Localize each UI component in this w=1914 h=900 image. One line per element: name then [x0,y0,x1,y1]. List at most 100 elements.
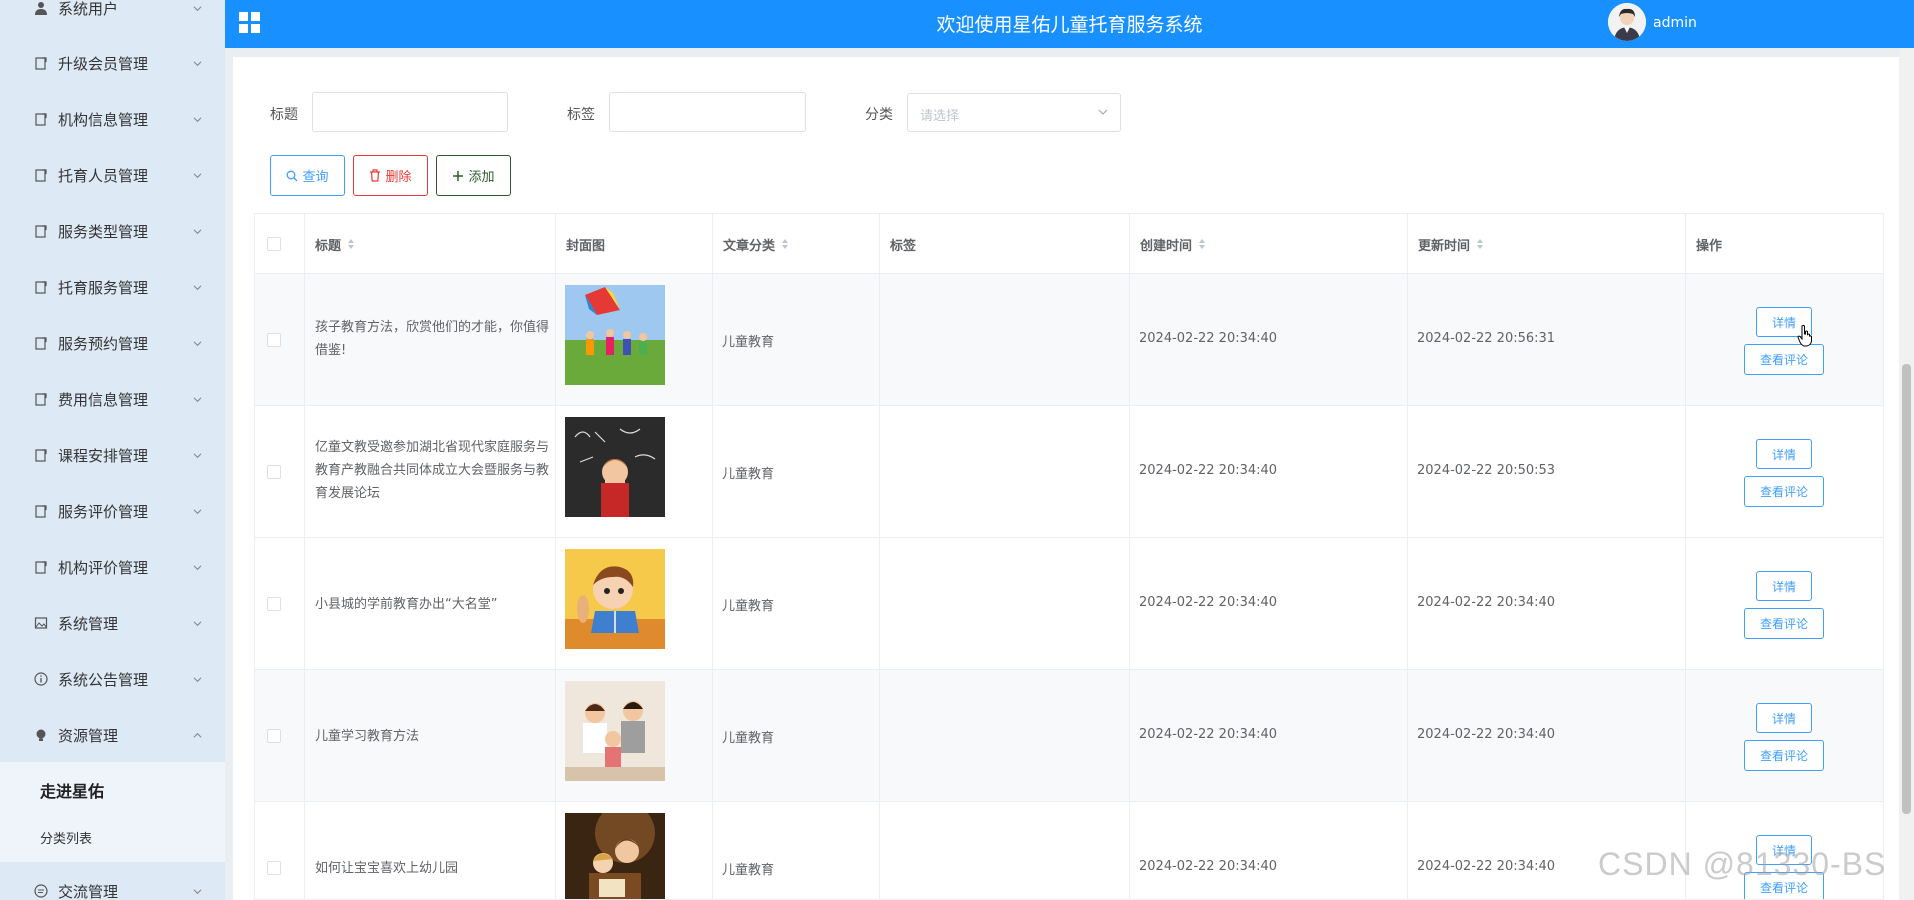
sidebar-item-member[interactable]: 升级会员管理 [0,43,225,83]
sort-icon[interactable] [1198,238,1206,250]
chevron-down-icon [193,508,202,514]
sidebar-item-exchange[interactable]: 交流管理 [0,871,225,900]
title-filter-input[interactable] [312,92,508,132]
doc-icon [34,336,48,350]
doc-icon [34,168,48,182]
cell-category: 儿童教育 [722,599,775,614]
cell-title: 亿童文教受邀参加湖北省现代家庭服务与教育产教融合共同体成立大会暨服务与教育发展论… [315,440,550,501]
cover-image [565,285,665,385]
sort-icon[interactable] [347,238,355,250]
table-row: 小县城的学前教育办出“大名堂” 儿童教育 2024-02-22 20:34:40… [255,538,1883,670]
view-comments-button[interactable]: 查看评论 [1744,740,1824,771]
row-checkbox[interactable] [267,333,281,347]
chevron-down-icon [193,396,202,402]
sidebar-item-system[interactable]: 系统管理 [0,603,225,643]
resources-submenu: 走进星佑 分类列表 [0,762,225,862]
chat-icon [34,884,48,898]
chevron-down-icon [193,228,202,234]
cell-updated: 2024-02-22 20:34:40 [1417,727,1556,742]
user-icon [34,1,48,15]
delete-button[interactable]: 删除 [353,155,428,196]
column-divider [879,214,880,899]
column-header-created[interactable]: 创建时间 [1130,214,1407,274]
articles-table: 标题 封面图 文章分类 标签 创建时间 更新时间 操作 孩子教育方法，欣赏他们的… [254,213,1884,900]
sidebar-item-org-review[interactable]: 机构评价管理 [0,547,225,587]
view-comments-button[interactable]: 查看评论 [1744,608,1824,639]
chevron-down-icon [193,676,202,682]
sidebar-item-courses[interactable]: 课程安排管理 [0,435,225,475]
doc-icon [34,392,48,406]
cell-title: 孩子教育方法，欣赏他们的才能，你值得借鉴! [315,320,550,358]
detail-button[interactable]: 详情 [1756,571,1812,601]
row-checkbox[interactable] [267,729,281,743]
column-header-title[interactable]: 标题 [305,214,555,274]
select-all-checkbox[interactable] [267,237,281,251]
detail-button[interactable]: 详情 [1756,439,1812,469]
view-comments-button[interactable]: 查看评论 [1744,344,1824,375]
sort-icon[interactable] [1476,238,1484,250]
doc-icon [34,448,48,462]
submenu-item-category-list[interactable]: 分类列表 [40,828,92,847]
cell-updated: 2024-02-22 20:50:53 [1417,463,1556,478]
sidebar-item-service-type[interactable]: 服务类型管理 [0,211,225,251]
sort-icon[interactable] [781,238,789,250]
query-button[interactable]: 查询 [270,155,345,196]
info-icon [34,672,48,686]
chevron-down-icon [193,172,202,178]
doc-icon [34,224,48,238]
sidebar-item-announcements[interactable]: 系统公告管理 [0,659,225,699]
submenu-item-about[interactable]: 走进星佑 [40,778,104,802]
cell-title: 儿童学习教育方法 [315,729,420,744]
chevron-down-icon [193,5,202,11]
column-divider [304,214,305,899]
image-icon [34,616,48,630]
column-divider [555,214,556,899]
chevron-down-icon [193,888,202,894]
row-checkbox[interactable] [267,597,281,611]
cell-created: 2024-02-22 20:34:40 [1139,859,1278,874]
watermark: CSDN @81330-BS [1598,846,1887,882]
chevron-down-icon [1098,109,1108,115]
search-icon [287,170,298,181]
admin-username[interactable]: admin [1653,15,1697,31]
sidebar-item-booking[interactable]: 服务预约管理 [0,323,225,363]
sidebar-item-staff[interactable]: 托育人员管理 [0,155,225,195]
cell-category: 儿童教育 [722,863,775,878]
doc-icon [34,280,48,294]
row-checkbox[interactable] [267,861,281,875]
sidebar-item-resources[interactable]: 资源管理 [0,715,225,755]
scroll-thumb[interactable] [1902,364,1911,814]
chevron-down-icon [193,340,202,346]
category-select[interactable]: 请选择 [907,93,1121,132]
column-header-cover: 封面图 [566,238,606,254]
column-header-ops: 操作 [1696,238,1723,254]
cell-created: 2024-02-22 20:34:40 [1139,463,1278,478]
row-checkbox[interactable] [267,465,281,479]
cell-created: 2024-02-22 20:34:40 [1139,331,1278,346]
sidebar-item-system-users[interactable]: 系统用户 [0,0,225,28]
column-header-category[interactable]: 文章分类 [713,214,879,274]
vertical-scrollbar[interactable] [1899,48,1914,900]
doc-icon [34,560,48,574]
category-select-placeholder: 请选择 [920,109,960,124]
category-filter-label: 分类 [865,107,893,123]
table-row: 孩子教育方法，欣赏他们的才能，你值得借鉴! 儿童教育 2024-02-22 20… [255,274,1883,406]
chevron-down-icon [193,564,202,570]
detail-button[interactable]: 详情 [1756,703,1812,733]
avatar[interactable] [1608,3,1646,41]
cell-title: 小县城的学前教育办出“大名堂” [315,597,498,612]
tag-filter-input[interactable] [609,92,806,132]
doc-icon [34,112,48,126]
tag-filter-label: 标签 [567,107,595,123]
cover-image [565,681,665,781]
column-header-updated[interactable]: 更新时间 [1408,214,1685,274]
sidebar-item-org-info[interactable]: 机构信息管理 [0,99,225,139]
sidebar-item-care-service[interactable]: 托育服务管理 [0,267,225,307]
add-button[interactable]: 添加 [436,155,511,196]
view-comments-button[interactable]: 查看评论 [1744,476,1824,507]
table-header: 标题 封面图 文章分类 标签 创建时间 更新时间 操作 [255,214,1883,274]
chevron-down-icon [193,116,202,122]
sidebar-item-fees[interactable]: 费用信息管理 [0,379,225,419]
title-filter-label: 标题 [270,107,298,123]
sidebar-item-service-review[interactable]: 服务评价管理 [0,491,225,531]
